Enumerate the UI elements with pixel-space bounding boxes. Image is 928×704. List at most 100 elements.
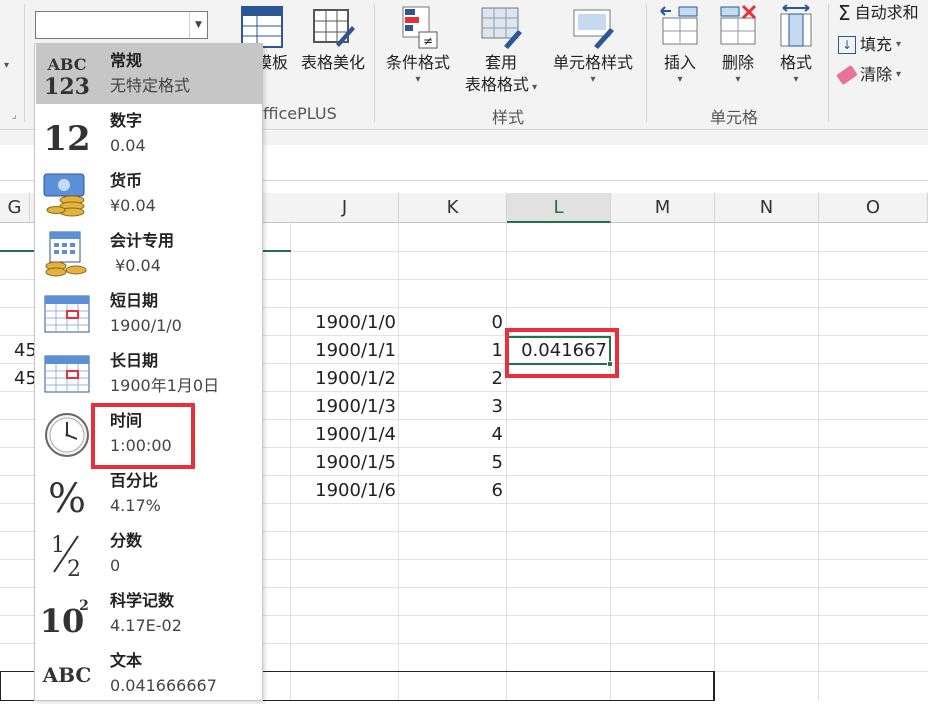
format-option-sample: 无特定格式 xyxy=(110,76,191,95)
format-option-text[interactable]: ABC 文本 0.041666667 xyxy=(36,644,262,704)
format-option-name: 分数 xyxy=(110,531,143,550)
conditional-format-label: 条件格式 xyxy=(385,53,450,72)
format-button[interactable]: 格式 ▾ xyxy=(768,4,824,86)
autosum-label: 自动求和 xyxy=(854,3,919,22)
scientific-icon: 102 xyxy=(42,598,89,638)
format-label: 格式 xyxy=(779,53,812,72)
svg-text:2: 2 xyxy=(79,598,89,614)
chevron-down-icon: ▾ xyxy=(528,82,538,93)
format-option-sample: ¥0.04 xyxy=(110,196,156,215)
format-cells-icon xyxy=(780,4,812,47)
fill-label: 填充 xyxy=(860,35,893,54)
column-header-m[interactable]: M xyxy=(611,193,715,223)
clock-icon xyxy=(45,413,89,457)
format-option-fraction[interactable]: 12 分数 0 xyxy=(36,524,262,584)
table-beautify-button[interactable]: 表格美化 xyxy=(294,4,372,74)
insert-label: 插入 xyxy=(663,53,696,72)
highlight-box-active-cell xyxy=(505,328,619,378)
format-option-name: 百分比 xyxy=(110,471,159,490)
number-format-combo[interactable]: ▼ xyxy=(35,11,208,39)
column-header-g[interactable]: G xyxy=(0,193,30,223)
delete-label: 删除 xyxy=(721,53,754,72)
column-header-l[interactable]: L xyxy=(507,193,611,223)
table-format-button[interactable]: 套用 表格格式 ▾ xyxy=(458,4,544,99)
table-beautify-icon xyxy=(313,9,355,47)
format-option-sample: ¥0.04 xyxy=(110,256,161,275)
format-option-sample: 1900/1/0 xyxy=(110,316,182,335)
format-option-scientific[interactable]: 10 2 科学记数 4.17E-02 xyxy=(36,584,262,644)
chevron-down-icon[interactable]: ▼ xyxy=(189,12,207,38)
autosum-button[interactable]: Σ 自动求和 xyxy=(838,2,919,24)
table-format-label-2: 表格格式 xyxy=(464,75,529,94)
currency-icon xyxy=(43,173,85,217)
chevron-down-icon: ▾ xyxy=(793,74,799,85)
cells-group-label: 单元格 xyxy=(710,108,759,127)
cell-k[interactable]: 3 xyxy=(400,393,503,421)
number-format-dropdown: ABC 123 常规 无特定格式 12 数字 0.04 货币 ¥0.04 会计专用… xyxy=(34,43,263,701)
cell-j[interactable]: 1900/1/0 xyxy=(292,309,396,337)
group-launcher-icon[interactable]: ⌟ xyxy=(12,110,17,121)
cell-k[interactable]: 2 xyxy=(400,365,503,393)
format-option-name: 会计专用 xyxy=(110,231,175,250)
percent-icon: % xyxy=(48,476,86,518)
format-option-sample: 4.17E-02 xyxy=(110,616,182,635)
table-beautify-label: 表格美化 xyxy=(300,53,365,72)
fill-button[interactable]: ↓ 填充 ▾ xyxy=(838,34,901,56)
conditional-format-button[interactable]: ≠ 条件格式 ▾ xyxy=(380,4,456,86)
cell-k[interactable]: 0 xyxy=(400,309,503,337)
format-option-currency[interactable]: 货币 ¥0.04 xyxy=(36,164,262,224)
insert-button[interactable]: 插入 ▾ xyxy=(652,4,708,86)
chevron-down-icon: ▾ xyxy=(735,74,741,85)
format-option-sample: 0.04 xyxy=(110,136,146,155)
number-12-icon: 12 xyxy=(43,119,90,158)
insert-cells-icon xyxy=(660,6,698,45)
cell-style-label: 单元格样式 xyxy=(552,53,633,72)
column-header-k[interactable]: K xyxy=(399,193,507,223)
cell-style-icon xyxy=(573,9,614,49)
format-option-general[interactable]: ABC 123 常规 无特定格式 xyxy=(36,44,262,104)
chevron-down-icon: ▾ xyxy=(896,39,902,50)
format-option-sample: 1900年1月0日 xyxy=(110,376,220,395)
sigma-icon: Σ xyxy=(838,1,851,25)
cell-k[interactable]: 1 xyxy=(400,337,503,365)
cell-j[interactable]: 1900/1/6 xyxy=(292,477,396,505)
fill-down-icon: ↓ xyxy=(838,36,856,54)
format-option-long-date[interactable]: 长日期 1900年1月0日 xyxy=(36,344,262,404)
format-option-name: 常规 xyxy=(110,51,143,70)
cell-j[interactable]: 1900/1/3 xyxy=(292,393,396,421)
chevron-down-icon: ▾ xyxy=(677,74,683,85)
short-date-calendar-icon xyxy=(44,295,90,333)
clear-button[interactable]: 清除 ▾ xyxy=(836,64,902,86)
format-option-short-date[interactable]: 短日期 1900/1/0 xyxy=(36,284,262,344)
cell-j[interactable]: 1900/1/2 xyxy=(292,365,396,393)
cell-j[interactable]: 1900/1/1 xyxy=(292,337,396,365)
cell-k[interactable]: 5 xyxy=(400,449,503,477)
eraser-icon xyxy=(836,64,858,86)
styles-group-label: 样式 xyxy=(492,108,525,127)
format-option-accounting[interactable]: 会计专用 ¥0.04 xyxy=(36,224,262,284)
table-format-icon xyxy=(481,7,522,49)
chevron-down-icon: ▾ xyxy=(590,74,596,85)
chevron-down-icon: ▾ xyxy=(896,69,902,80)
text-abc-icon: ABC xyxy=(42,663,91,687)
cell-j[interactable]: 1900/1/5 xyxy=(292,449,396,477)
format-option-percent[interactable]: % 百分比 4.17% xyxy=(36,464,262,524)
column-header-j[interactable]: J xyxy=(291,193,399,223)
column-header-n[interactable]: N xyxy=(715,193,819,223)
svg-text:1: 1 xyxy=(51,533,65,558)
format-option-name: 文本 xyxy=(110,651,143,670)
long-date-calendar-icon xyxy=(44,355,90,393)
font-group-caret[interactable]: ▾ xyxy=(4,60,9,71)
conditional-format-icon: ≠ xyxy=(402,6,438,49)
officeplus-group-label: fficePLUS xyxy=(263,104,337,123)
svg-text:%: % xyxy=(48,476,86,518)
cell-k[interactable]: 4 xyxy=(400,421,503,449)
cell-k[interactable]: 6 xyxy=(400,477,503,505)
format-option-number[interactable]: 12 数字 0.04 xyxy=(36,104,262,164)
chevron-down-icon: ▾ xyxy=(415,74,421,85)
cell-j[interactable]: 1900/1/4 xyxy=(292,421,396,449)
column-header-o[interactable]: O xyxy=(819,193,928,223)
cell-style-button[interactable]: 单元格样式 ▾ xyxy=(546,4,640,86)
format-option-sample: 0 xyxy=(110,556,121,575)
delete-button[interactable]: 删除 ▾ xyxy=(710,4,766,86)
